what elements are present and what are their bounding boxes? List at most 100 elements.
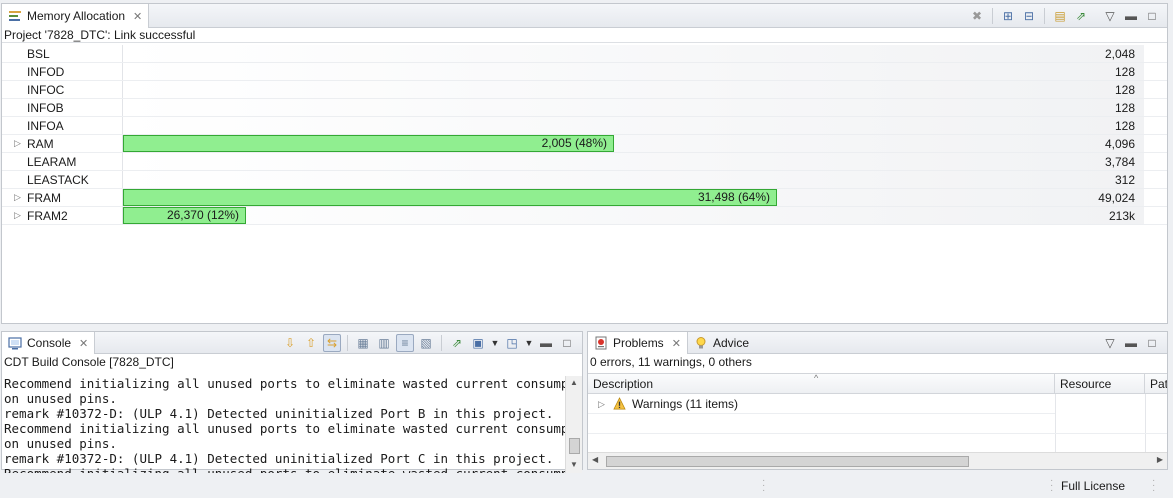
clear-console-icon[interactable]: ▧ [417, 334, 435, 352]
status-bar: · · · · · · Full License · · · [0, 474, 1173, 498]
display-dropdown-icon[interactable]: ▼ [490, 334, 500, 352]
console-line: Recommend initializing all unused ports … [4, 421, 566, 436]
memory-row[interactable]: ▷ RAM 2,005 (48%) 4,096 [2, 135, 1167, 153]
memory-region-size: 49,024 [1098, 191, 1135, 205]
column-resource[interactable]: Resource [1055, 374, 1145, 394]
new-console-dropdown-icon[interactable]: ▼ [524, 334, 534, 352]
tab-memory-allocation[interactable]: Memory Allocation ✕ [2, 4, 150, 28]
toolbar-separator [992, 8, 993, 24]
close-icon[interactable]: ✕ [133, 10, 142, 23]
toolbar-separator [347, 335, 348, 351]
memory-row[interactable]: BSL 2,048 [2, 45, 1167, 63]
problems-row-warnings[interactable]: ▷ Warnings (11 items) [588, 394, 1055, 414]
tab-problems[interactable]: Problems ✕ [588, 332, 688, 354]
memory-row[interactable]: INFOA 128 [2, 117, 1167, 135]
column-resource-label: Resource [1060, 377, 1112, 391]
view-menu-icon[interactable]: ▽ [1101, 7, 1119, 25]
usage-track [122, 63, 1144, 80]
console-output[interactable]: Recommend initializing all unused ports … [2, 376, 566, 473]
advice-tab-label: Advice [713, 336, 750, 350]
export-icon[interactable]: ⇗ [1072, 7, 1090, 25]
scroll-up-arrow-icon[interactable]: ▲ [570, 378, 578, 387]
problems-table: Description ^ Resource Pat ▷ Warnings (1… [588, 373, 1167, 469]
memory-row[interactable]: INFOD 128 [2, 63, 1167, 81]
console-line: Recommend initializing all unused ports … [4, 466, 566, 473]
usage-bar: 2,005 (48%) [123, 135, 614, 152]
console-vertical-scrollbar[interactable]: ▲ ▼ [565, 376, 582, 473]
memory-allocation-tabbar: Memory Allocation ✕ ✖ ⊞ ⊟ ▤ ⇗ ▽ ▬ □ [2, 4, 1167, 28]
console-toolbar: ⇩ ⇧ ⇆ ▦ ▥ ≡ ▧ ⇗ ▣ ▼ ◳ ▼ ▬ □ [281, 334, 576, 352]
maximize-icon[interactable]: □ [558, 334, 576, 352]
memory-region-name: INFOA [27, 119, 64, 133]
usage-track: 26,370 (12%) [122, 207, 1144, 224]
scroll-right-arrow-icon[interactable]: ▶ [1157, 455, 1163, 464]
minimize-icon[interactable]: ▬ [537, 334, 555, 352]
console-tabbar: Console ✕ ⇩ ⇧ ⇆ ▦ ▥ ≡ ▧ ⇗ ▣ ▼ ◳ ▼ ▬ □ [2, 332, 582, 354]
memory-region-name: FRAM2 [27, 209, 68, 223]
memory-region-size: 3,784 [1104, 155, 1135, 169]
memory-row[interactable]: LEARAM 3,784 [2, 153, 1167, 171]
problems-tabbar: Problems ✕ Advice ▽ ▬ □ [588, 332, 1167, 354]
copy-icon[interactable]: ▦ [354, 334, 372, 352]
scroll-lock-icon[interactable]: ⇆ [323, 334, 341, 352]
view-menu-icon[interactable]: ▽ [1101, 334, 1119, 352]
memory-region-size: 128 [1114, 83, 1135, 97]
status-grip: · · · [1152, 475, 1156, 496]
column-path-label: Pat [1150, 377, 1167, 391]
close-icon[interactable]: ✕ [672, 337, 681, 350]
memory-region-size: 128 [1114, 101, 1135, 115]
usage-bar: 31,498 (64%) [123, 189, 777, 206]
maximize-icon[interactable]: □ [1143, 334, 1161, 352]
memory-row[interactable]: ▷ FRAM 31,498 (64%) 49,024 [2, 189, 1167, 207]
column-path[interactable]: Pat [1145, 374, 1167, 394]
usage-track [122, 153, 1144, 170]
link-status: Project '7828_DTC': Link successful [2, 28, 1167, 43]
memory-row[interactable]: ▷ FRAM2 26,370 (12%) 213k [2, 207, 1167, 225]
console-tab-label: Console [27, 336, 72, 350]
expand-arrow-icon[interactable]: ▷ [14, 192, 21, 203]
scroll-up-icon[interactable]: ⇧ [302, 334, 320, 352]
memory-row[interactable]: INFOB 128 [2, 99, 1167, 117]
paste-icon[interactable]: ▥ [375, 334, 393, 352]
memory-region-size: 128 [1114, 119, 1135, 133]
minimize-icon[interactable]: ▬ [1122, 7, 1140, 25]
warnings-group-label: Warnings (11 items) [632, 397, 739, 411]
tab-advice[interactable]: Advice [688, 332, 755, 354]
scroll-down-icon[interactable]: ⇩ [281, 334, 299, 352]
new-folder-icon[interactable]: ▤ [1051, 7, 1069, 25]
remove-icon[interactable]: ✖ [968, 7, 986, 25]
scroll-down-arrow-icon[interactable]: ▼ [570, 460, 578, 469]
console-line: Recommend initializing all unused ports … [4, 376, 566, 391]
scrollbar-thumb[interactable] [606, 456, 969, 467]
scroll-left-arrow-icon[interactable]: ◀ [592, 455, 598, 464]
collapse-all-icon[interactable]: ⊟ [1020, 7, 1038, 25]
memory-row[interactable]: LEASTACK 312 [2, 171, 1167, 189]
new-console-icon[interactable]: ◳ [503, 334, 521, 352]
problems-view: Problems ✕ Advice ▽ ▬ □ 0 errors, 11 war… [587, 331, 1168, 470]
usage-track [122, 45, 1144, 62]
problems-horizontal-scrollbar[interactable]: ◀ ▶ [588, 452, 1167, 469]
memory-region-name: LEASTACK [27, 173, 89, 187]
column-description[interactable]: Description ^ [588, 373, 1055, 394]
memory-table: BSL 2,048 INFOD 128 INFOC 128 INFOB 128 INFOA 128… [2, 45, 1167, 245]
toolbar-separator [441, 335, 442, 351]
close-icon[interactable]: ✕ [79, 337, 88, 350]
memory-region-size: 213k [1108, 209, 1135, 223]
tab-console[interactable]: Console ✕ [2, 332, 96, 354]
problems-toolbar: ▽ ▬ □ [1101, 334, 1161, 352]
scrollbar-thumb[interactable] [569, 438, 580, 454]
expand-arrow-icon[interactable]: ▷ [598, 394, 605, 414]
usage-bar: 26,370 (12%) [123, 207, 246, 224]
word-wrap-icon[interactable]: ≡ [396, 334, 414, 352]
expand-all-icon[interactable]: ⊞ [999, 7, 1017, 25]
minimize-icon[interactable]: ▬ [1122, 334, 1140, 352]
display-console-icon[interactable]: ▣ [469, 334, 487, 352]
console-line: on unused pins. [4, 391, 117, 406]
status-grip: · · · [762, 475, 766, 496]
pin-console-icon[interactable]: ⇗ [448, 334, 466, 352]
maximize-icon[interactable]: □ [1143, 7, 1161, 25]
expand-arrow-icon[interactable]: ▷ [14, 138, 21, 149]
expand-arrow-icon[interactable]: ▷ [14, 210, 21, 221]
memory-row[interactable]: INFOC 128 [2, 81, 1167, 99]
lightbulb-icon [696, 337, 706, 349]
